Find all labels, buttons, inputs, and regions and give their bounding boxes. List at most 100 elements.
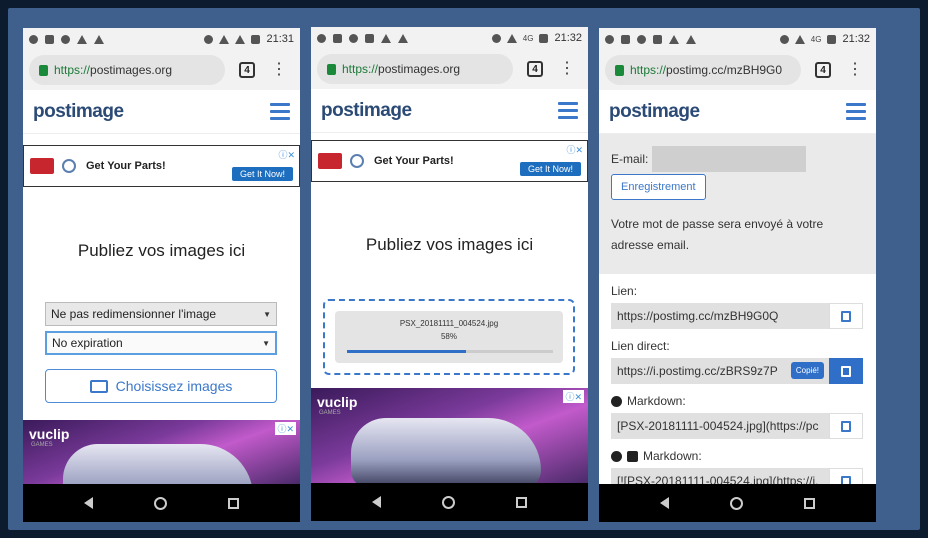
progress-bar-fill	[347, 350, 467, 353]
copy-direct-button[interactable]: Copié!	[790, 358, 863, 384]
car-image	[351, 418, 541, 483]
browser-toolbar: https:// postimages.org 4 ⋮	[311, 49, 588, 89]
site-logo[interactable]: postimage	[33, 101, 124, 123]
ad-text: Get Your Parts!	[374, 155, 454, 167]
copy-button[interactable]	[829, 413, 863, 439]
notification-icon	[317, 33, 326, 43]
battery-icon	[251, 34, 261, 44]
ad-brand: vuclip	[317, 394, 358, 410]
battery-icon	[827, 34, 837, 44]
url-bar[interactable]: https:// postimages.org	[29, 55, 225, 85]
lock-icon	[327, 63, 336, 75]
wifi-icon	[219, 34, 230, 44]
phone-screen-2: 4G 21:32 https:// postimages.org 4 ⋮ pos…	[311, 27, 588, 521]
github-icon	[611, 450, 622, 462]
status-bar: 4G 21:32	[599, 28, 876, 50]
phone-screen-3: 4G 21:32 https:// postimg.cc/mzBH9G0 4 ⋮…	[599, 28, 876, 522]
direct-link-label: Lien direct:	[611, 339, 670, 353]
url-scheme: https://	[54, 63, 91, 77]
ad-brand-logo	[30, 158, 54, 174]
back-icon[interactable]	[371, 496, 381, 508]
youtube-icon	[45, 34, 54, 44]
image-icon	[365, 33, 374, 43]
car-image	[63, 444, 253, 484]
link-label: Lien:	[611, 284, 638, 298]
url-bar[interactable]: https:// postimages.org	[317, 54, 513, 84]
bell-icon	[349, 33, 358, 43]
upload-dropzone[interactable]: PSX_20181111_004524.jpg 58%	[323, 299, 575, 375]
back-icon[interactable]	[659, 497, 669, 509]
copy-button[interactable]	[829, 303, 863, 329]
ad-seal-icon	[62, 159, 76, 173]
ad-close-icon[interactable]: ⓘ✕	[278, 148, 295, 161]
direct-link-row: https://i.postimg.cc/zBRS9z7P Copié!	[611, 358, 863, 384]
recents-icon[interactable]	[516, 496, 528, 508]
play-store-icon	[686, 34, 696, 44]
site-header: postimage	[599, 90, 876, 134]
ad-cta-button[interactable]: Get It Now!	[519, 162, 581, 176]
tab-switcher-button[interactable]: 4	[239, 62, 255, 78]
copied-tooltip: Copié!	[790, 362, 824, 379]
video-ad[interactable]: vuclip GAMES ⓘ✕	[311, 388, 588, 483]
upload-file-name: PSX_20181111_004524.jpg	[399, 319, 499, 328]
link-field[interactable]: https://postimg.cc/mzBH9G0Q	[611, 303, 829, 329]
url-bar[interactable]: https:// postimg.cc/mzBH9G0	[605, 55, 801, 85]
ad-banner[interactable]: Get Your Parts! ⓘ✕ Get It Now!	[23, 145, 300, 187]
wifi-icon	[794, 34, 805, 44]
bell-icon	[61, 34, 70, 44]
menu-icon[interactable]: ⋮	[271, 62, 287, 78]
ad-brand-sub: GAMES	[319, 410, 341, 416]
chevron-down-icon: ▼	[262, 338, 270, 348]
url-scheme: https://	[342, 62, 379, 76]
battery-icon	[539, 33, 549, 43]
home-icon[interactable]	[153, 496, 167, 510]
play-store-icon	[94, 34, 104, 44]
resize-select[interactable]: Ne pas redimensionner l'image ▼	[45, 302, 277, 326]
bell-icon	[637, 34, 646, 44]
choose-images-button[interactable]: Choisissez images	[45, 369, 277, 403]
chevron-down-icon: ▼	[263, 309, 271, 319]
page-heading: Publiez vos images ici	[77, 241, 246, 260]
register-button[interactable]: Enregistrement	[611, 174, 706, 200]
ad-close-icon[interactable]: ⓘ✕	[566, 143, 583, 156]
expiration-select[interactable]: No expiration ▼	[45, 331, 277, 355]
ad-seal-icon	[350, 154, 364, 168]
ad-banner[interactable]: Get Your Parts! ⓘ✕ Get It Now!	[311, 140, 588, 182]
menu-icon[interactable]: ⋮	[559, 61, 575, 77]
password-note: Votre mot de passe sera envoyé à votre a…	[611, 217, 824, 252]
link-row: https://postimg.cc/mzBH9G0Q	[611, 303, 863, 329]
ad-brand: vuclip	[29, 426, 70, 442]
site-logo[interactable]: postimage	[609, 101, 700, 123]
home-icon[interactable]	[441, 495, 455, 509]
data-saver-icon	[779, 34, 789, 44]
hamburger-menu-icon[interactable]	[270, 103, 290, 120]
ad-cta-button[interactable]: Get It Now!	[231, 167, 293, 181]
tab-switcher-button[interactable]: 4	[815, 62, 831, 78]
hamburger-menu-icon[interactable]	[558, 102, 578, 119]
recents-icon[interactable]	[228, 497, 240, 509]
tab-switcher-button[interactable]: 4	[527, 61, 543, 77]
notification-icon	[29, 34, 38, 44]
ad-close-icon[interactable]: ⓘ✕	[275, 422, 296, 435]
play-store-icon	[669, 34, 679, 44]
ad-close-icon[interactable]: ⓘ✕	[563, 390, 584, 403]
youtube-icon	[333, 33, 342, 43]
recents-icon[interactable]	[804, 497, 816, 509]
status-bar: 21:31	[23, 28, 300, 50]
hamburger-menu-icon[interactable]	[846, 103, 866, 120]
menu-icon[interactable]: ⋮	[847, 62, 863, 78]
markdown-field[interactable]: [PSX-20181111-004524.jpg](https://pc	[611, 413, 829, 439]
back-icon[interactable]	[83, 497, 93, 509]
markdown-label: Markdown:	[611, 449, 863, 463]
email-label: E-mail:	[611, 152, 649, 166]
site-logo[interactable]: postimage	[321, 100, 412, 122]
markdown-label: Markdown:	[611, 394, 863, 408]
home-icon[interactable]	[729, 496, 743, 510]
play-store-icon	[398, 33, 408, 43]
video-ad[interactable]: vuclip GAMES ⓘ✕	[23, 420, 300, 484]
markdown-row: [PSX-20181111-004524.jpg](https://pc	[611, 413, 863, 439]
url-host: postimages.org	[378, 62, 461, 76]
upload-progress-card: PSX_20181111_004524.jpg 58%	[335, 311, 563, 363]
email-field[interactable]	[652, 146, 807, 172]
progress-bar	[347, 350, 553, 353]
